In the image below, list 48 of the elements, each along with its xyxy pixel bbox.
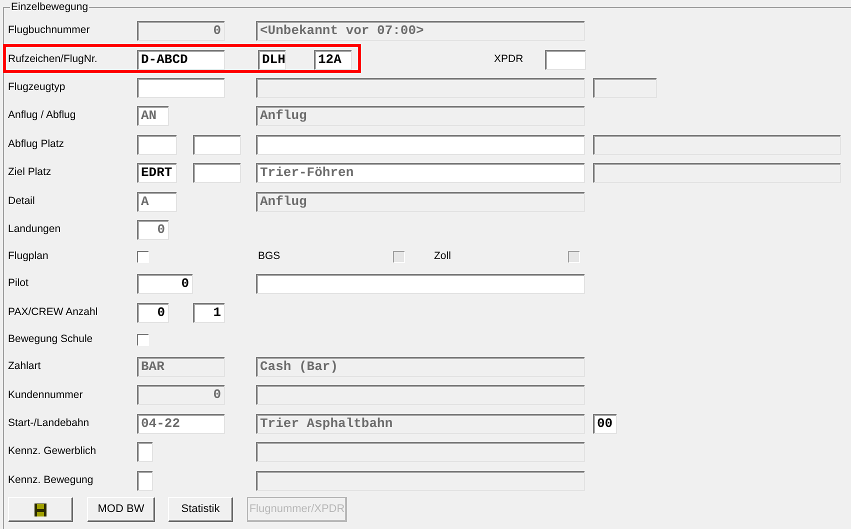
checkbox[interactable] bbox=[137, 334, 149, 346]
text-field[interactable] bbox=[137, 470, 153, 491]
text-field[interactable] bbox=[256, 134, 585, 155]
save-button[interactable] bbox=[8, 497, 73, 522]
text-field[interactable]: 12A bbox=[314, 50, 352, 70]
text-field[interactable]: AN bbox=[137, 106, 169, 126]
field-label: Start-/Landebahn bbox=[7, 416, 90, 431]
text-field[interactable] bbox=[193, 163, 241, 184]
number-field[interactable]: 0 bbox=[137, 274, 193, 294]
text-field[interactable]: 00 bbox=[593, 414, 617, 434]
text-field[interactable] bbox=[193, 134, 241, 155]
field-label: Landungen bbox=[7, 222, 62, 238]
text-field[interactable] bbox=[137, 78, 225, 98]
button[interactable]: MOD BW bbox=[87, 497, 155, 522]
field-label: Kundennummer bbox=[7, 388, 84, 403]
field-label: Rufzeichen/FlugNr. bbox=[7, 52, 98, 67]
number-field[interactable]: 0 bbox=[137, 302, 169, 323]
text-field[interactable] bbox=[137, 442, 153, 462]
field-label: Anflug / Abflug bbox=[7, 108, 77, 124]
number-field[interactable]: 1 bbox=[193, 302, 225, 323]
field-label: BGS bbox=[258, 249, 282, 264]
field-label: Kennz. Bewegung bbox=[7, 472, 94, 488]
field-label: Flugzeugtyp bbox=[7, 80, 66, 96]
button[interactable]: Statistik bbox=[168, 497, 233, 522]
text-field[interactable]: 04-22 bbox=[137, 414, 225, 434]
field-label: Ziel Platz bbox=[7, 165, 52, 180]
field-label: XPDR bbox=[494, 52, 524, 67]
text-field[interactable] bbox=[137, 134, 177, 155]
field-label: Kennz. Gewerblich bbox=[7, 444, 98, 460]
field-label: PAX/CREW Anzahl bbox=[7, 304, 99, 320]
text-field[interactable]: A bbox=[137, 192, 177, 212]
field-label: Bewegung Schule bbox=[7, 332, 94, 348]
field-label: Zahlart bbox=[7, 359, 42, 374]
field-label: Flugbuchnummer bbox=[7, 23, 91, 38]
checkbox[interactable] bbox=[137, 251, 149, 264]
text-field[interactable]: EDRT bbox=[137, 163, 177, 184]
text-field[interactable]: D-ABCD bbox=[137, 50, 225, 70]
text-field[interactable]: Trier-Föhren bbox=[256, 163, 585, 184]
number-field[interactable]: 0 bbox=[137, 220, 169, 240]
field-label: Flugplan bbox=[7, 249, 50, 264]
text-field[interactable] bbox=[545, 50, 586, 70]
field-label: Pilot bbox=[7, 276, 30, 292]
text-field[interactable] bbox=[256, 274, 585, 294]
field-label: Abflug Platz bbox=[7, 136, 66, 152]
group-title: Einzelbewegung bbox=[10, 0, 90, 14]
field-label: Zoll bbox=[434, 249, 452, 264]
field-label: Detail bbox=[7, 194, 36, 209]
text-field[interactable]: DLH bbox=[258, 50, 286, 70]
